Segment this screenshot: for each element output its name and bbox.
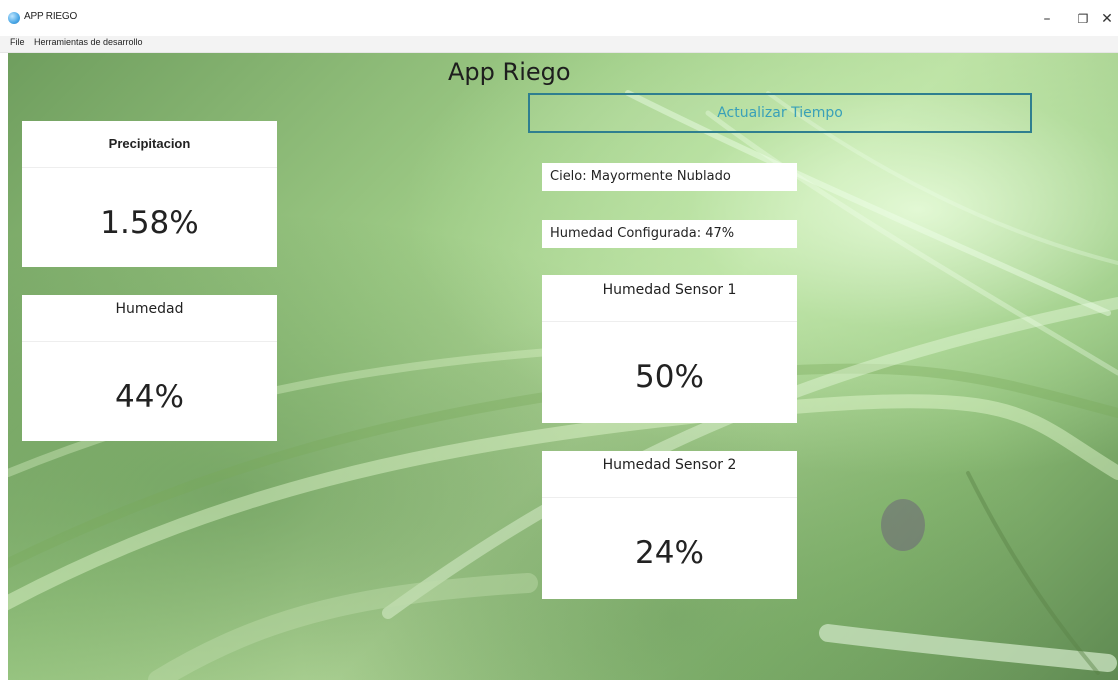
menu-bar: File Herramientas de desarrollo — [0, 36, 1118, 53]
configured-humidity: Humedad Configurada: 47% — [542, 220, 797, 248]
app-icon — [8, 12, 20, 24]
sensor2-value: 24% — [635, 535, 704, 571]
update-weather-button[interactable]: Actualizar Tiempo — [528, 93, 1032, 133]
precipitation-value: 1.58% — [100, 205, 199, 241]
humidity-card: Humedad 44% — [22, 295, 277, 441]
sensor2-card: Humedad Sensor 2 24% — [542, 451, 797, 599]
sensor1-value: 50% — [635, 359, 704, 395]
app-content: App Riego Actualizar Tiempo Precipitacio… — [8, 53, 1118, 680]
close-icon[interactable]: ✕ — [1096, 6, 1118, 32]
precipitation-label: Precipitacion — [22, 121, 277, 168]
window-title: APP RIEGO — [24, 11, 78, 22]
humidity-value: 44% — [115, 379, 184, 415]
humidity-label: Humedad — [22, 295, 277, 342]
sensor1-label: Humedad Sensor 1 — [542, 275, 797, 322]
menu-dev-tools[interactable]: Herramientas de desarrollo — [34, 37, 143, 47]
precipitation-card: Precipitacion 1.58% — [22, 121, 277, 267]
window-titlebar: APP RIEGO – ❐ ✕ — [0, 0, 1118, 36]
page-title: App Riego — [448, 58, 571, 86]
sky-status: Cielo: Mayormente Nublado — [542, 163, 797, 191]
sensor2-label: Humedad Sensor 2 — [542, 451, 797, 498]
sensor1-card: Humedad Sensor 1 50% — [542, 275, 797, 423]
menu-file[interactable]: File — [10, 37, 25, 47]
